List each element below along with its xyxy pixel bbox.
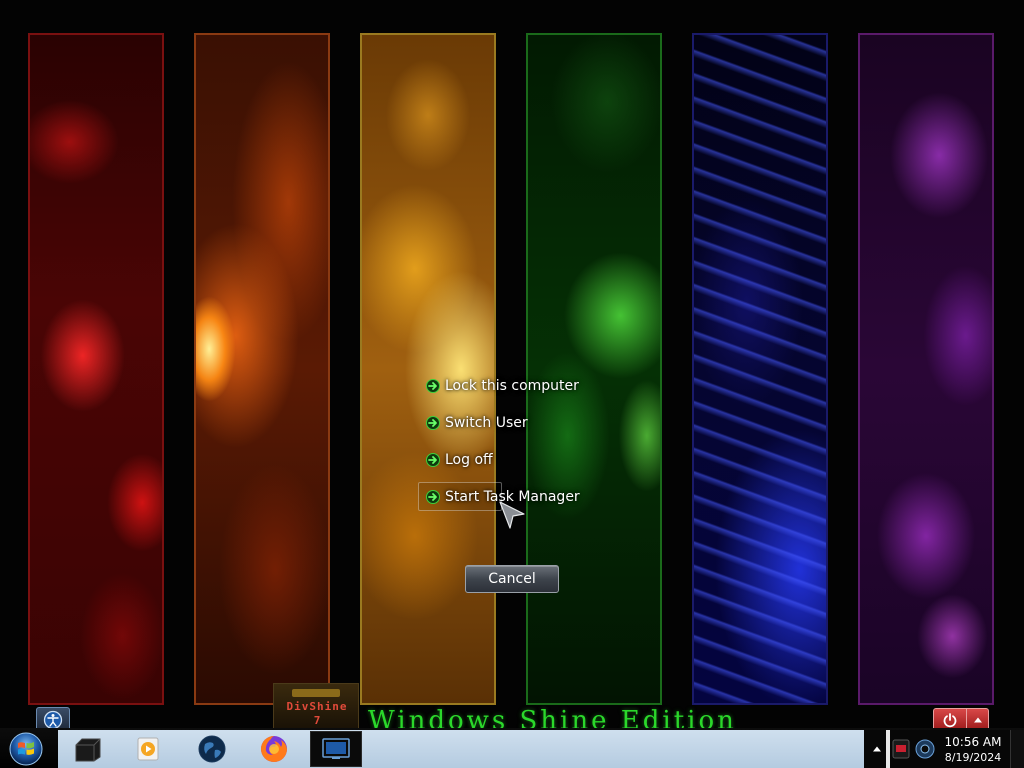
- tray-separator: [886, 730, 890, 768]
- computer-icon: [75, 738, 101, 762]
- windows-logo-icon: [9, 732, 43, 766]
- globe-icon: [198, 735, 226, 763]
- green-arrow-icon: [426, 452, 440, 467]
- media-player-icon: [137, 737, 159, 761]
- log-off-label: Log off: [445, 451, 493, 468]
- wallpaper-panel-red: [28, 33, 164, 705]
- taskbar-band: [58, 730, 864, 768]
- clock-date: 8/19/2024: [944, 751, 1002, 764]
- taskbar-media-player[interactable]: [122, 731, 174, 767]
- logo-name: DivShine: [286, 700, 348, 713]
- secure-desktop: Lock this computer Switch User Log off S…: [0, 0, 1024, 768]
- green-arrow-icon: [426, 489, 440, 504]
- lock-computer-label: Lock this computer: [445, 377, 579, 394]
- wallpaper-panel-green: [526, 33, 662, 705]
- start-task-manager-option[interactable]: Start Task Manager: [418, 482, 580, 511]
- cancel-button[interactable]: Cancel: [465, 565, 559, 593]
- switch-user-label: Switch User: [445, 414, 528, 431]
- taskbar-clock[interactable]: 10:56 AM 8/19/2024: [940, 734, 1006, 766]
- ease-of-access-icon: [43, 710, 63, 730]
- mouse-cursor-icon: [499, 501, 525, 529]
- power-icon: [943, 713, 957, 728]
- remote-desktop-icon: [322, 738, 350, 759]
- taskbar-remote-desktop[interactable]: [310, 731, 362, 767]
- system-tray: 10:56 AM 8/19/2024: [864, 730, 1024, 768]
- log-off-option[interactable]: Log off: [418, 445, 618, 474]
- green-arrow-icon: [426, 415, 440, 430]
- firefox-icon: [261, 736, 287, 762]
- speaker-icon[interactable]: [914, 738, 936, 760]
- taskbar-firefox[interactable]: [248, 731, 300, 767]
- start-button[interactable]: [6, 730, 46, 768]
- logo-number: 7: [313, 714, 321, 727]
- tray-app-icon[interactable]: [892, 738, 910, 760]
- switch-user-option[interactable]: Switch User: [418, 408, 618, 437]
- show-desktop-button[interactable]: [1010, 730, 1024, 768]
- taskbar-browser-globe[interactable]: [186, 731, 238, 767]
- green-arrow-icon: [426, 378, 440, 393]
- wallpaper-panel-yellow: [360, 33, 496, 705]
- taskbar: 10:56 AM 8/19/2024: [0, 728, 1024, 768]
- security-options-menu: Lock this computer Switch User Log off S…: [418, 371, 618, 519]
- wallpaper-panel-purple: [858, 33, 994, 705]
- chevron-up-icon: [973, 717, 982, 723]
- logo-bar: [292, 689, 340, 697]
- wallpaper-panel-orange: [194, 33, 330, 705]
- clock-time: 10:56 AM: [944, 735, 1002, 749]
- divshine-logo: DivShine 7: [273, 683, 359, 729]
- wallpaper-panel-blue: [692, 33, 828, 705]
- chevron-up-icon: [873, 746, 881, 752]
- taskbar-computer[interactable]: [62, 731, 114, 767]
- lock-computer-option[interactable]: Lock this computer: [418, 371, 618, 400]
- show-hidden-icons-button[interactable]: [870, 740, 884, 758]
